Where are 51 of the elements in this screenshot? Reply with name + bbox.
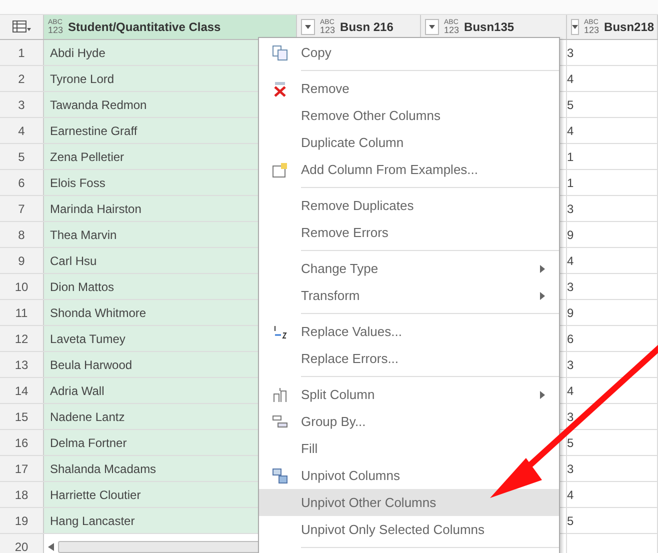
add-column-icon xyxy=(272,162,288,178)
row-number: 12 xyxy=(0,326,44,351)
table-cell: 4 xyxy=(567,118,658,143)
row-number: 6 xyxy=(0,170,44,195)
row-number: 7 xyxy=(0,196,44,221)
row-number: 13 xyxy=(0,352,44,377)
row-number: 10 xyxy=(0,274,44,299)
table-cell: 3 xyxy=(567,196,658,221)
table-cell: 4 xyxy=(567,66,658,91)
table-cell: 3 xyxy=(567,40,658,65)
table-cell: 5 xyxy=(567,508,658,533)
row-number: 5 xyxy=(0,144,44,169)
row-number: 8 xyxy=(0,222,44,247)
menu-item[interactable]: Unpivot Other Columns xyxy=(259,489,559,516)
scroll-left-icon[interactable] xyxy=(48,542,54,550)
replace-values-icon xyxy=(272,324,288,340)
row-number: 18 xyxy=(0,482,44,507)
table-cell: 3 xyxy=(567,274,658,299)
table-cell: 4 xyxy=(567,248,658,273)
split-column-icon xyxy=(272,386,288,402)
row-number: 15 xyxy=(0,404,44,429)
row-number: 17 xyxy=(0,456,44,481)
row-number: 9 xyxy=(0,248,44,273)
copy-icon xyxy=(272,44,288,60)
row-number: 14 xyxy=(0,378,44,403)
table-cell: 4 xyxy=(567,378,658,403)
table-cell: 5 xyxy=(567,430,658,455)
row-number: 16 xyxy=(0,430,44,455)
dropdown-icon[interactable] xyxy=(572,25,578,29)
row-number: 2 xyxy=(0,66,44,91)
table-cell: 4 xyxy=(567,482,658,507)
row-number: 11 xyxy=(0,300,44,325)
row-number: 19 xyxy=(0,508,44,533)
table-cell: 3 xyxy=(567,352,658,377)
delete-icon xyxy=(273,80,287,96)
group-by-icon xyxy=(272,414,288,430)
dropdown-icon[interactable] xyxy=(305,25,311,29)
table-cell: 5 xyxy=(567,92,658,117)
unpivot-icon xyxy=(272,468,288,484)
table-cell: 9 xyxy=(567,300,658,325)
table-cell: 1 xyxy=(567,144,658,169)
row-number: 1 xyxy=(0,40,44,65)
table-cell: 3 xyxy=(567,404,658,429)
table-cell: 9 xyxy=(567,222,658,247)
row-number: 3 xyxy=(0,92,44,117)
table-cell: 1 xyxy=(567,170,658,195)
row-number: 20 xyxy=(0,534,44,553)
table-cell: 3 xyxy=(567,456,658,481)
row-number: 4 xyxy=(0,118,44,143)
table-icon[interactable] xyxy=(12,20,32,34)
dropdown-icon[interactable] xyxy=(429,25,435,29)
